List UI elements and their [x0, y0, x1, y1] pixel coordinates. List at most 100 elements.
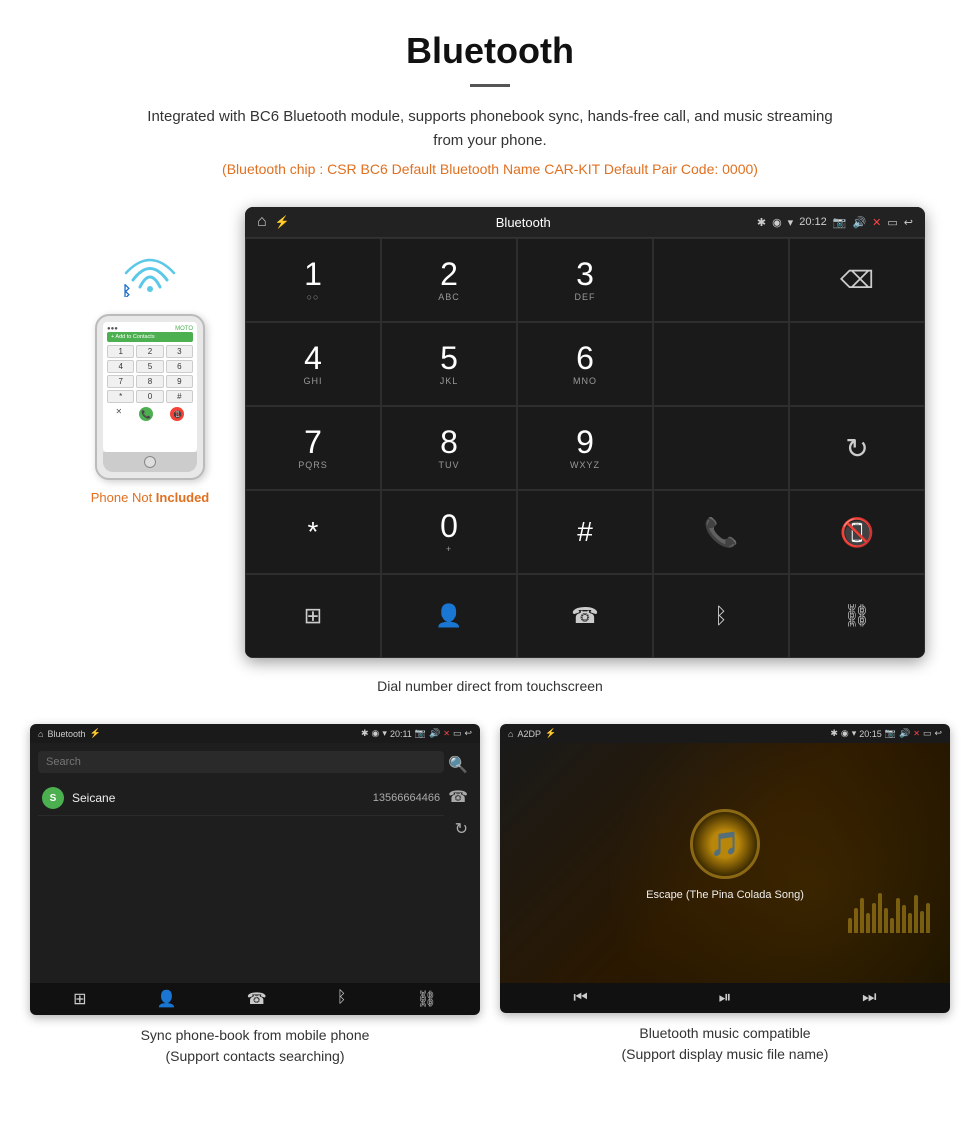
music-usb-icon: ⚡	[545, 728, 556, 739]
car-dialpad-screen: ⌂ ⚡ Bluetooth ✱ ◉ ▾ 20:12 📷 🔊 ✕ ▭ ↩ 1 ○○	[245, 207, 925, 658]
phonebook-caption: Sync phone-book from mobile phone (Suppo…	[141, 1025, 370, 1067]
dial-key-0[interactable]: 0 +	[381, 490, 517, 574]
dial-key-star[interactable]: *	[245, 490, 381, 574]
music-prev-icon[interactable]: ⏮	[573, 989, 587, 1007]
dial-key-6[interactable]: 6 MNO	[517, 322, 653, 406]
pb-usb-icon: ⚡	[89, 728, 100, 739]
music-cam-icon: 📷	[885, 728, 896, 739]
music-playpause-icon[interactable]: ⏯	[719, 989, 732, 1007]
phonebook-bottom-nav: ⊞ 👤 ☎ ᛒ ⛓	[30, 983, 480, 1015]
music-card: ⌂ A2DP ⚡ ✱ ◉ ▾ 20:15 📷 🔊 ✕ ▭ ↩	[500, 724, 950, 1067]
phonebook-status-bar: ⌂ Bluetooth ⚡ ✱ ◉ ▾ 20:11 📷 🔊 ✕ ▭ ↩	[30, 724, 480, 743]
car-status-bar: ⌂ ⚡ Bluetooth ✱ ◉ ▾ 20:12 📷 🔊 ✕ ▭ ↩	[245, 207, 925, 238]
phone-key-4[interactable]: 4	[107, 360, 134, 373]
dial-nav-grid[interactable]: ⊞	[245, 574, 381, 658]
dial-key-5[interactable]: 5 JKL	[381, 322, 517, 406]
phonebook-card: ⌂ Bluetooth ⚡ ✱ ◉ ▾ 20:11 📷 🔊 ✕ ▭ ↩	[30, 724, 480, 1067]
pb-loc-icon: ◉	[372, 728, 380, 739]
phone-key-5[interactable]: 5	[136, 360, 163, 373]
home-icon[interactable]: ⌂	[257, 213, 267, 231]
dial-key-7[interactable]: 7 PQRS	[245, 406, 381, 490]
phone-key-6[interactable]: 6	[166, 360, 193, 373]
music-time: 20:15	[859, 729, 882, 739]
phone-key-star[interactable]: *	[107, 390, 134, 403]
dial-nav-bluetooth[interactable]: ᛒ	[653, 574, 789, 658]
dialpad-grid: 1 ○○ 2 ABC 3 DEF ⌫ 4 GHI 5 JKL	[245, 238, 925, 658]
music-caption-line2: (Support display music file name)	[622, 1046, 829, 1062]
bottom-row: ⌂ Bluetooth ⚡ ✱ ◉ ▾ 20:11 📷 🔊 ✕ ▭ ↩	[0, 714, 980, 1087]
dial-backspace[interactable]: ⌫	[789, 238, 925, 322]
bluetooth-status-icon: ✱	[757, 216, 766, 229]
pb-bluetooth-icon[interactable]: ᛒ	[337, 989, 347, 1009]
entry-number: 13566664466	[373, 792, 440, 804]
dial-key-8[interactable]: 8 TUV	[381, 406, 517, 490]
phone-key-0[interactable]: 0	[136, 390, 163, 403]
dial-key-4[interactable]: 4 GHI	[245, 322, 381, 406]
phone-key-7[interactable]: 7	[107, 375, 134, 388]
music-caption: Bluetooth music compatible (Support disp…	[622, 1023, 829, 1065]
music-next-icon[interactable]: ⏭	[862, 989, 876, 1007]
dial-end[interactable]: 📵	[789, 490, 925, 574]
phone-bottom-bar: ✕ 📞 📵	[107, 407, 193, 421]
phone-key-8[interactable]: 8	[136, 375, 163, 388]
music-note-icon: 🎵	[710, 830, 740, 859]
refresh-right-icon[interactable]: ↻	[455, 819, 468, 839]
pb-back-icon[interactable]: ↩	[464, 728, 472, 739]
music-wifi-icon: ▾	[852, 728, 857, 739]
music-back-icon[interactable]: ↩	[934, 728, 942, 739]
pb-contacts-icon[interactable]: 👤	[157, 989, 177, 1009]
dial-key-9[interactable]: 9 WXYZ	[517, 406, 653, 490]
page-header: Bluetooth Integrated with BC6 Bluetooth …	[0, 0, 980, 207]
search-right-icon[interactable]: 🔍	[448, 755, 468, 775]
pb-wifi-icon: ▾	[382, 728, 387, 739]
dial-key-2[interactable]: 2 ABC	[381, 238, 517, 322]
phone-back-icon: ✕	[116, 407, 123, 421]
title-divider	[470, 84, 510, 87]
call-icon: 📞	[704, 516, 739, 549]
end-call-icon: 📵	[840, 516, 875, 549]
music-status-bar: ⌂ A2DP ⚡ ✱ ◉ ▾ 20:15 📷 🔊 ✕ ▭ ↩	[500, 724, 950, 743]
phone-call-button[interactable]: 📞	[139, 407, 153, 421]
link-icon: ⛓	[843, 603, 871, 629]
phone-key-hash[interactable]: #	[166, 390, 193, 403]
dial-key-1[interactable]: 1 ○○	[245, 238, 381, 322]
dial-key-hash[interactable]: #	[517, 490, 653, 574]
wifi-waves-icon: ᛒ	[120, 247, 180, 304]
usb-icon: ⚡	[275, 215, 290, 229]
phonebook-screen: ⌂ Bluetooth ⚡ ✱ ◉ ▾ 20:11 📷 🔊 ✕ ▭ ↩	[30, 724, 480, 1015]
pb-link-icon[interactable]: ⛓	[417, 989, 437, 1009]
music-vol-icon: 🔊	[899, 728, 910, 739]
phonebook-entry: S Seicane 13566664466	[38, 781, 444, 816]
music-home-icon[interactable]: ⌂	[508, 729, 513, 739]
phone-home-area	[103, 452, 197, 472]
phone-label-bold: Included	[156, 490, 209, 505]
phone-key-1[interactable]: 1	[107, 345, 134, 358]
phone-key-2[interactable]: 2	[136, 345, 163, 358]
camera-icon: 📷	[833, 216, 847, 229]
pb-home-icon[interactable]: ⌂	[38, 729, 43, 739]
music-bt-icon: ✱	[830, 728, 838, 739]
phone-key-3[interactable]: 3	[166, 345, 193, 358]
music-caption-line1: Bluetooth music compatible	[639, 1025, 810, 1041]
car-status-right: ✱ ◉ ▾ 20:12 📷 🔊 ✕ ▭ ↩	[757, 216, 913, 229]
music-loc-icon: ◉	[841, 728, 849, 739]
dial-nav-contacts[interactable]: 👤	[381, 574, 517, 658]
pb-cam-icon: 📷	[415, 728, 426, 739]
phone-key-9[interactable]: 9	[166, 375, 193, 388]
dial-nav-link[interactable]: ⛓	[789, 574, 925, 658]
refresh-icon: ↻	[845, 432, 868, 465]
pb-phone-icon[interactable]: ☎	[247, 989, 267, 1009]
dial-nav-phone[interactable]: ☎	[517, 574, 653, 658]
back-icon[interactable]: ↩	[904, 216, 913, 229]
dial-call[interactable]: 📞	[653, 490, 789, 574]
phonebook-search-input[interactable]	[38, 751, 444, 773]
phone-end-button[interactable]: 📵	[170, 407, 184, 421]
dial-refresh[interactable]: ↻	[789, 406, 925, 490]
dial-key-3[interactable]: 3 DEF	[517, 238, 653, 322]
phone-home-button[interactable]	[144, 456, 156, 468]
call-right-icon[interactable]: ☎	[448, 787, 468, 807]
phone-add-contacts: + Add to Contacts	[107, 332, 193, 342]
phone-body: ●●●MOTO + Add to Contacts 1 2 3 4 5 6 7 …	[95, 314, 205, 480]
pb-grid-icon[interactable]: ⊞	[73, 989, 86, 1009]
location-status-icon: ◉	[772, 216, 782, 229]
